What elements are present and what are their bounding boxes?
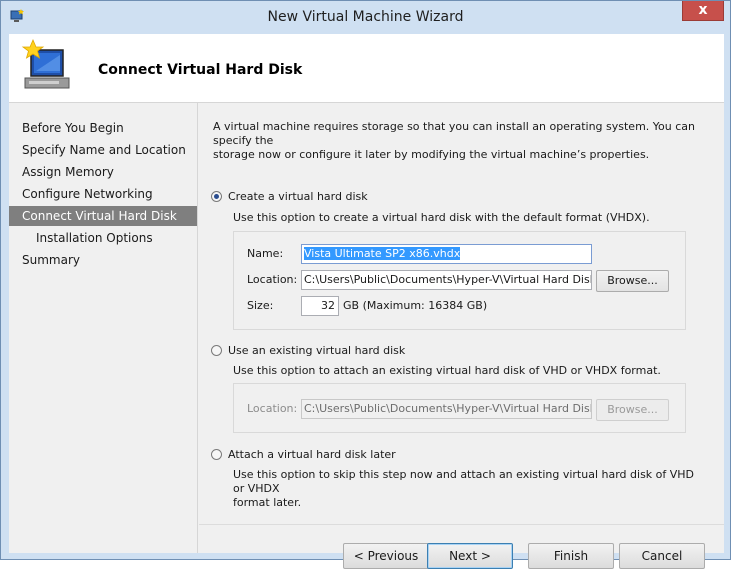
later-description-line-1: Use this option to skip this step now an… [233, 468, 695, 495]
location-label: Location: [247, 273, 298, 286]
nav-item-installation-options[interactable]: Installation Options [9, 228, 197, 248]
finish-button[interactable]: Finish [528, 543, 614, 569]
disk-name-input[interactable]: Vista Ultimate SP2 x86.vhdx [301, 244, 592, 264]
footer-divider [199, 524, 724, 525]
create-description: Use this option to create a virtual hard… [233, 211, 650, 224]
cancel-button[interactable]: Cancel [619, 543, 705, 569]
intro-line-2: storage now or configure it later by mod… [213, 148, 650, 161]
location-input[interactable]: C:\Users\Public\Documents\Hyper-V\Virtua… [301, 270, 592, 290]
nav-item-summary[interactable]: Summary [9, 250, 197, 270]
create-disk-group: Name: Vista Ultimate SP2 x86.vhdx Locati… [233, 231, 686, 330]
existing-location-label: Location: [247, 402, 298, 415]
radio-use-existing-virtual-hard-disk[interactable]: Use an existing virtual hard disk [211, 343, 511, 359]
intro-line-1: A virtual machine requires storage so th… [213, 120, 696, 147]
wizard-window: New Virtual Machine Wizard x Connect Vir… [0, 0, 731, 569]
previous-button[interactable]: < Previous [343, 543, 429, 569]
name-label: Name: [247, 247, 284, 260]
later-description: Use this option to skip this step now an… [233, 468, 703, 510]
next-button[interactable]: Next > [427, 543, 513, 569]
radio-create-virtual-hard-disk[interactable]: Create a virtual hard disk [211, 189, 511, 205]
window-title: New Virtual Machine Wizard [267, 9, 464, 25]
radio-attach-later[interactable]: Attach a virtual hard disk later [211, 447, 511, 463]
existing-location-input[interactable]: C:\Users\Public\Documents\Hyper-V\Virtua… [301, 399, 592, 419]
disk-name-value: Vista Ultimate SP2 x86.vhdx [304, 247, 461, 260]
nav-item-assign-memory[interactable]: Assign Memory [9, 162, 197, 182]
wizard-client-area: Connect Virtual Hard Disk Before You Beg… [9, 34, 724, 569]
nav-item-configure-networking[interactable]: Configure Networking [9, 184, 197, 204]
page-title: Connect Virtual Hard Disk [98, 62, 303, 78]
nav-item-connect-virtual-hard-disk[interactable]: Connect Virtual Hard Disk [9, 206, 197, 226]
intro-text: A virtual machine requires storage so th… [213, 120, 713, 162]
radio-later-label: Attach a virtual hard disk later [228, 448, 396, 461]
title-bar[interactable]: New Virtual Machine Wizard x [1, 1, 730, 34]
size-label: Size: [247, 299, 274, 312]
nav-item-specify-name-and-location[interactable]: Specify Name and Location [9, 140, 197, 160]
radio-button-checked[interactable] [211, 191, 222, 202]
browse-button[interactable]: Browse... [596, 270, 669, 292]
size-unit-label: GB (Maximum: 16384 GB) [343, 299, 488, 312]
radio-button-unchecked[interactable] [211, 345, 222, 356]
wizard-header: Connect Virtual Hard Disk [9, 34, 724, 103]
nav-item-before-you-begin[interactable]: Before You Begin [9, 118, 197, 138]
size-input[interactable]: 32 [301, 296, 339, 316]
radio-existing-label: Use an existing virtual hard disk [228, 344, 406, 357]
existing-browse-button[interactable]: Browse... [596, 399, 669, 421]
radio-create-label: Create a virtual hard disk [228, 190, 368, 203]
close-button[interactable]: x [682, 1, 724, 21]
wizard-content: A virtual machine requires storage so th… [199, 103, 724, 569]
computer-star-icon [21, 38, 70, 89]
radio-button-unchecked[interactable] [211, 449, 222, 460]
later-description-line-2: format later. [233, 496, 302, 509]
existing-disk-group: Location: C:\Users\Public\Documents\Hype… [233, 383, 686, 433]
close-icon: x [698, 2, 708, 18]
wizard-step-nav: Before You Begin Specify Name and Locati… [9, 103, 198, 553]
existing-description: Use this option to attach an existing vi… [233, 364, 661, 377]
